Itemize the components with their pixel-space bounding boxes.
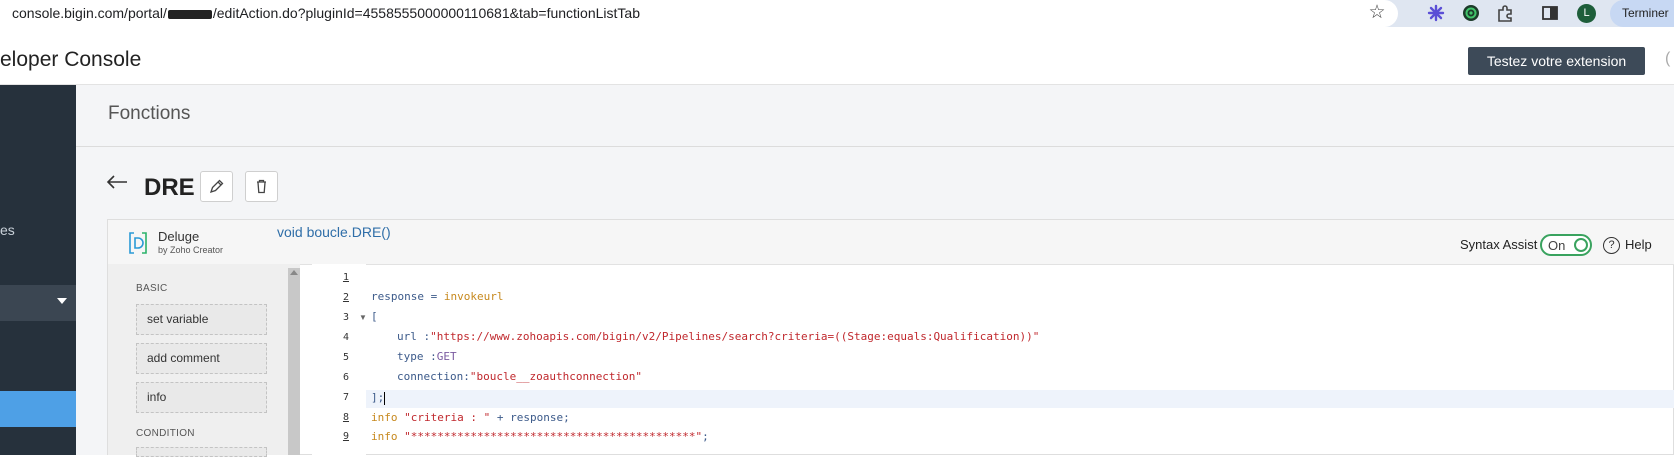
- code-line-4[interactable]: url :"https://www.zohoapis.com/bigin/v2/…: [397, 330, 1039, 343]
- pencil-icon: [209, 179, 224, 194]
- code-line-3[interactable]: [: [371, 310, 378, 323]
- page-title: Fonctions: [108, 103, 191, 124]
- palette-item-partial[interactable]: [136, 447, 267, 457]
- palette-item-info[interactable]: info: [136, 382, 267, 413]
- code-token: ;: [702, 430, 709, 443]
- code-line-9[interactable]: info "**********************************…: [371, 430, 709, 443]
- code-line-2[interactable]: response = invokeurl: [371, 290, 503, 303]
- code-line-8[interactable]: info "criteria : " + response;: [371, 411, 570, 424]
- line-number: 2: [342, 292, 349, 303]
- code-token: "criteria : ": [404, 411, 491, 424]
- toggle-state-label: On: [1548, 238, 1566, 253]
- extensions-puzzle-icon[interactable]: [1496, 4, 1514, 22]
- redacted-block: [167, 9, 212, 19]
- scroll-up-arrow-icon[interactable]: [290, 270, 298, 275]
- help-link[interactable]: Help: [1625, 237, 1652, 252]
- chevron-down-icon[interactable]: [57, 298, 67, 304]
- code-token: connection:: [397, 370, 470, 383]
- edit-button[interactable]: [200, 171, 233, 202]
- code-line-7[interactable]: ];: [371, 391, 386, 405]
- divider: [76, 146, 1674, 147]
- code-token: "https://www.zohoapis.com/bigin/v2/Pipel…: [430, 330, 1040, 343]
- extension-record-icon[interactable]: [1462, 4, 1480, 22]
- code-line-5[interactable]: type :GET: [397, 350, 457, 363]
- code-token: [: [371, 310, 378, 323]
- app-header: [0, 27, 1674, 85]
- header-edge-fragment: (: [1665, 50, 1671, 67]
- code-token: ];: [371, 391, 385, 404]
- line-number: 6: [342, 372, 349, 383]
- line-number: 4: [342, 332, 349, 343]
- url-suffix: /editAction.do?pluginId=4558555000000110…: [212, 5, 640, 21]
- active-line-highlight: [366, 390, 1674, 408]
- line-number: 1: [342, 272, 349, 283]
- test-extension-button[interactable]: Testez votre extension: [1468, 47, 1645, 75]
- palette-item-set-variable[interactable]: set variable: [136, 304, 267, 335]
- help-icon[interactable]: ?: [1603, 237, 1620, 254]
- sidebar-item-label[interactable]: es: [0, 222, 15, 238]
- trash-icon: [257, 179, 266, 194]
- deluge-brand-name: Deluge: [158, 229, 200, 244]
- toggle-knob: [1574, 238, 1588, 252]
- console-title: eloper Console: [0, 48, 142, 71]
- fold-toggle-icon[interactable]: ▼: [359, 313, 367, 322]
- extension-asterisk-icon[interactable]: [1427, 4, 1445, 22]
- palette-item-add-comment[interactable]: add comment: [136, 343, 267, 374]
- palette-scrollbar[interactable]: [288, 268, 300, 455]
- delete-button[interactable]: [245, 171, 278, 202]
- code-token: url :: [397, 330, 431, 343]
- line-number: 9: [342, 431, 349, 442]
- line-number: 3: [342, 312, 349, 323]
- code-token: response =: [371, 290, 444, 303]
- line-number: 5: [342, 352, 349, 363]
- syntax-assist-label: Syntax Assist: [1460, 237, 1538, 252]
- code-token: type :: [397, 350, 437, 363]
- code-token: GET: [436, 350, 457, 363]
- profile-avatar[interactable]: L: [1577, 4, 1596, 23]
- back-arrow-icon[interactable]: [106, 175, 128, 189]
- code-token: "***************************************…: [404, 430, 703, 443]
- code-token: "boucle__zoauthconnection": [469, 370, 643, 383]
- palette-section-basic: BASIC: [136, 283, 168, 294]
- sidebar-item-active[interactable]: [0, 391, 76, 427]
- deluge-brand-sub: by Zoho Creator: [158, 245, 224, 255]
- code-token: info: [371, 430, 398, 443]
- line-number: 7: [342, 392, 349, 403]
- line-number: 8: [342, 412, 349, 423]
- side-panel-icon[interactable]: [1541, 4, 1559, 22]
- deluge-logo-icon: [129, 232, 147, 254]
- bookmark-star-icon[interactable]: ☆: [1367, 3, 1387, 23]
- function-name: DRE: [144, 174, 195, 201]
- url-text[interactable]: console.bigin.com/portal/ /editAction.do?…: [12, 5, 640, 21]
- code-token: invokeurl: [443, 290, 504, 303]
- url-prefix: console.bigin.com/portal/: [12, 5, 167, 21]
- palette-section-condition: CONDITION: [136, 428, 195, 439]
- code-line-6[interactable]: connection:"boucle__zoauthconnection": [397, 370, 642, 383]
- terminer-button[interactable]: Terminer: [1610, 0, 1674, 27]
- code-token: + response;: [490, 411, 570, 424]
- code-token: info: [371, 411, 398, 424]
- function-signature: void boucle.DRE(): [277, 224, 391, 240]
- text-cursor: [384, 391, 386, 405]
